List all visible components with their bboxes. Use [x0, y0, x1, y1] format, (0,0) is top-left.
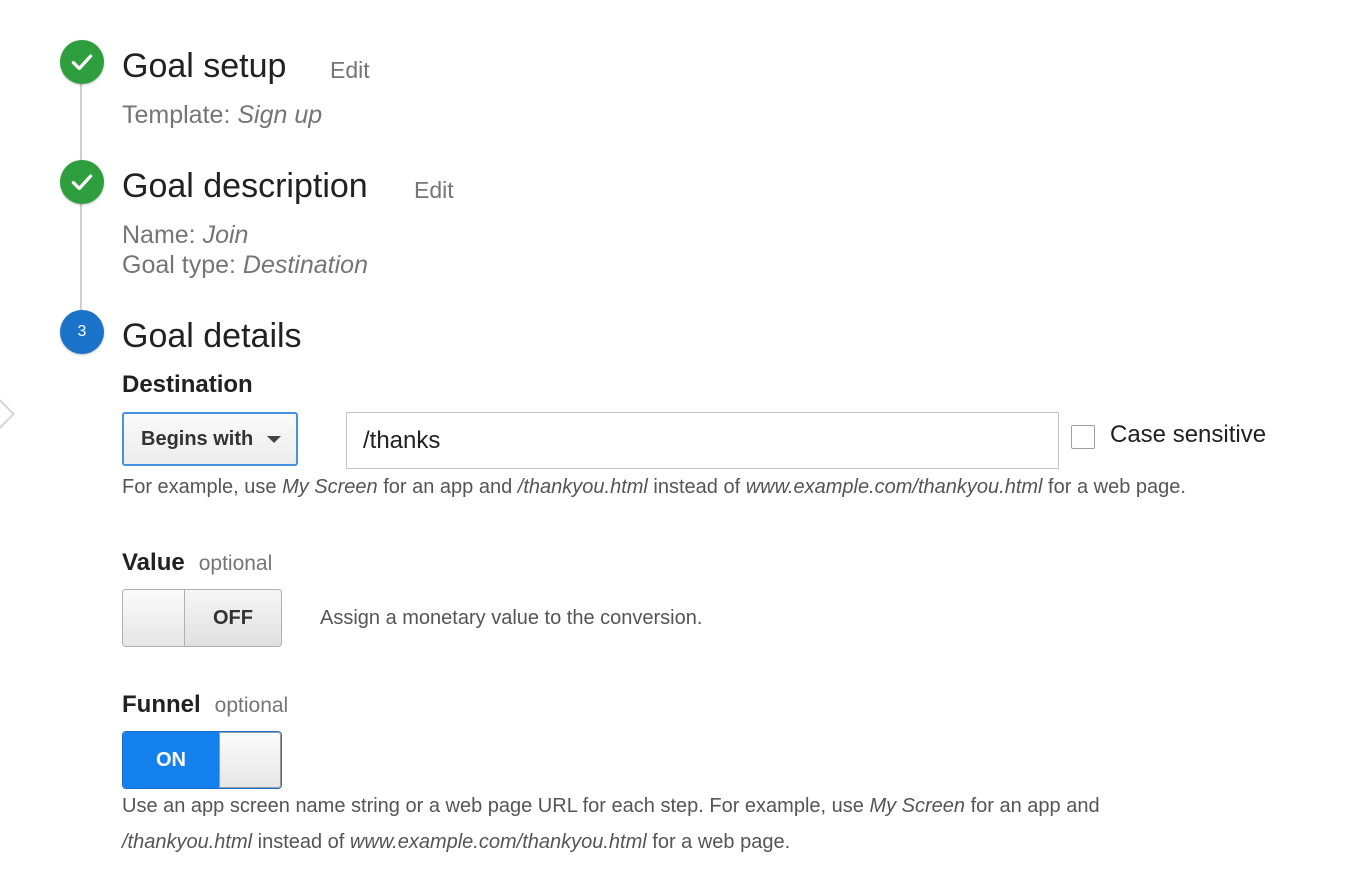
step-1-template: Template: Sign up — [122, 100, 322, 130]
chevron-right-icon — [0, 397, 15, 431]
help-example-app: My Screen — [869, 795, 966, 817]
match-type-value: Begins with — [141, 427, 254, 450]
template-label: Template: — [122, 101, 231, 129]
value-heading: Value optional — [122, 549, 272, 577]
help-text-part: For example, use — [122, 476, 283, 498]
funnel-optional-tag: optional — [214, 694, 289, 717]
name-label: Name: — [122, 221, 196, 249]
checkmark-icon — [71, 54, 93, 71]
help-text-part: Use an app screen name string or a web p… — [122, 795, 870, 817]
step-1-complete-badge — [60, 40, 104, 84]
value-label: Value — [122, 549, 185, 576]
toggle-knob — [123, 590, 185, 646]
help-text-part: instead of — [252, 831, 350, 853]
step-2-name: Name: Join — [122, 220, 248, 250]
caret-down-icon — [267, 435, 282, 443]
destination-input[interactable] — [346, 412, 1059, 469]
step-3-title: Goal details — [122, 317, 302, 355]
help-example-path: /thankyou.html — [122, 831, 253, 853]
step-2-edit-link[interactable]: Edit — [414, 177, 454, 204]
funnel-help-line-1: Use an app screen name string or a web p… — [122, 788, 1100, 824]
help-text-part: instead of — [647, 476, 746, 498]
case-sensitive-checkbox[interactable] — [1071, 425, 1095, 449]
step-3-current-badge: 3 — [60, 310, 104, 354]
case-sensitive-label: Case sensitive — [1110, 421, 1267, 448]
destination-help-text: For example, use My Screen for an app an… — [122, 469, 1186, 505]
funnel-toggle-state: ON — [123, 732, 219, 788]
help-text-part: for an app and — [965, 795, 1100, 817]
help-text-part: for a web page. — [646, 831, 791, 853]
value-description: Assign a monetary value to the conversio… — [320, 607, 703, 629]
funnel-help-line-2: /thankyou.html instead of www.example.co… — [122, 824, 790, 860]
funnel-label: Funnel — [122, 691, 201, 718]
value-toggle[interactable]: OFF — [122, 589, 282, 647]
template-value: Sign up — [237, 101, 323, 129]
step-1-edit-link[interactable]: Edit — [330, 57, 370, 84]
funnel-heading: Funnel optional — [122, 691, 288, 719]
step-2-title: Goal description — [122, 167, 368, 205]
step-2-goal-type: Goal type: Destination — [122, 250, 368, 280]
match-type-dropdown[interactable]: Begins with — [122, 412, 298, 466]
step-1-title: Goal setup — [122, 47, 287, 85]
help-example-url: www.example.com/thankyou.html — [745, 476, 1043, 498]
value-optional-tag: optional — [198, 552, 273, 575]
checkmark-icon — [71, 174, 93, 191]
funnel-toggle[interactable]: ON — [122, 731, 282, 789]
help-example-app: My Screen — [282, 476, 378, 498]
help-text-part: for a web page. — [1042, 476, 1186, 498]
value-toggle-state: OFF — [185, 590, 281, 646]
goal-type-value: Destination — [242, 251, 368, 279]
step-2-complete-badge — [60, 160, 104, 204]
help-example-path: /thankyou.html — [517, 476, 648, 498]
help-example-url: www.example.com/thankyou.html — [349, 831, 647, 853]
name-value: Join — [202, 221, 249, 249]
goal-type-label: Goal type: — [122, 251, 236, 279]
help-text-part: for an app and — [377, 476, 518, 498]
toggle-knob — [219, 732, 281, 788]
destination-label: Destination — [122, 371, 253, 398]
